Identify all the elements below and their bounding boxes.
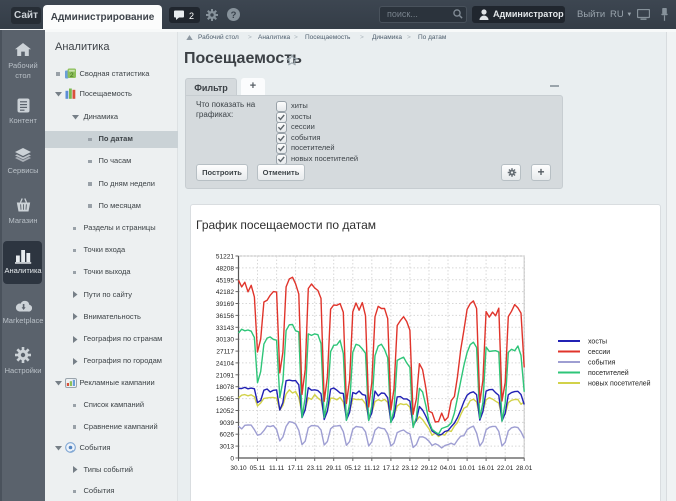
svg-text:36156: 36156: [216, 313, 234, 320]
svg-text:11.11: 11.11: [269, 465, 285, 472]
svg-text:3013: 3013: [220, 444, 235, 451]
svg-text:сессии: сессии: [588, 349, 610, 356]
svg-text:18078: 18078: [216, 384, 234, 391]
svg-text:30130: 30130: [216, 337, 234, 344]
svg-text:2: 2: [189, 11, 194, 21]
svg-text:22.01: 22.01: [497, 465, 514, 472]
svg-text:28.01: 28.01: [516, 465, 533, 472]
svg-text:новых посетителей: новых посетителей: [588, 380, 651, 388]
svg-text:30.10: 30.10: [230, 465, 247, 472]
svg-text:24104: 24104: [216, 360, 234, 367]
svg-text:51221: 51221: [216, 254, 234, 261]
svg-text:45195: 45195: [216, 277, 234, 284]
svg-text:42182: 42182: [216, 289, 234, 296]
svg-text:16.01: 16.01: [478, 465, 495, 472]
svg-text:6026: 6026: [220, 432, 235, 439]
svg-text:33143: 33143: [216, 325, 234, 332]
svg-text:29.12: 29.12: [421, 465, 438, 472]
svg-text:?: ?: [231, 10, 237, 21]
svg-text:23.11: 23.11: [307, 465, 323, 472]
svg-text:посетителей: посетителей: [588, 369, 629, 377]
svg-text:21091: 21091: [216, 372, 234, 379]
svg-text:23.12: 23.12: [402, 465, 419, 472]
svg-text:17.11: 17.11: [288, 465, 304, 472]
svg-text:39169: 39169: [216, 301, 234, 308]
svg-text:17.12: 17.12: [383, 465, 400, 472]
svg-text:9039: 9039: [220, 420, 235, 427]
svg-text:48208: 48208: [216, 265, 234, 272]
svg-text:хосты: хосты: [588, 339, 607, 346]
svg-text:29.11: 29.11: [326, 465, 342, 472]
svg-text:события: события: [588, 359, 616, 367]
svg-text:0: 0: [230, 456, 234, 463]
svg-text:15065: 15065: [216, 396, 234, 403]
svg-text:12052: 12052: [216, 408, 234, 415]
svg-text:11.12: 11.12: [364, 465, 380, 472]
svg-text:05.12: 05.12: [345, 465, 362, 472]
svg-text:2: 2: [70, 72, 74, 79]
svg-text:05.11: 05.11: [250, 465, 266, 472]
svg-text:04.01: 04.01: [440, 465, 457, 472]
svg-text:10.01: 10.01: [459, 465, 476, 472]
svg-text:27117: 27117: [216, 349, 234, 356]
